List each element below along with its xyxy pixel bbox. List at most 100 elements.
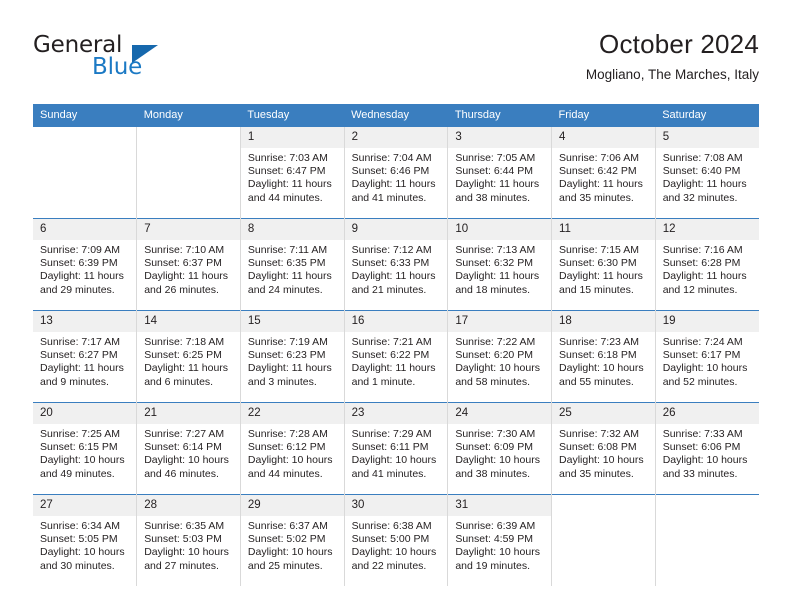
day-number: 29 [240,495,344,516]
weekday-header-wednesday: Wednesday [344,104,448,127]
calendar-day-cell[interactable]: 5 Sunrise: 7:08 AM Sunset: 6:40 PM Daylig… [655,127,759,219]
calendar-day-cell[interactable]: 24 Sunrise: 7:30 AM Sunset: 6:09 PM Dayli… [447,402,553,495]
day-number: 24 [448,403,552,424]
calendar-day-cell[interactable]: 21 Sunrise: 7:27 AM Sunset: 6:14 PM Dayli… [136,402,241,495]
calendar-day-cell[interactable]: 15 Sunrise: 7:19 AM Sunset: 6:23 PM Dayli… [240,310,345,403]
calendar-day-cell[interactable]: 31 Sunrise: 6:39 AM Sunset: 4:59 PM Dayli… [447,494,553,586]
calendar-day-cell[interactable]: 7 Sunrise: 7:10 AM Sunset: 6:37 PM Daylig… [136,218,241,311]
day-sun-info: Sunrise: 7:19 AM Sunset: 6:23 PM Dayligh… [247,336,332,388]
calendar-day-cell[interactable]: 19 Sunrise: 7:24 AM Sunset: 6:17 PM Dayli… [655,310,759,403]
calendar-page: General Blue October 2024 Mogliano, The … [0,0,792,612]
calendar-day-cell[interactable]: 23 Sunrise: 7:29 AM Sunset: 6:11 PM Dayli… [344,402,449,495]
calendar-day-cell[interactable]: 28 Sunrise: 6:35 AM Sunset: 5:03 PM Dayli… [136,494,241,586]
day-sun-info: Sunrise: 7:18 AM Sunset: 6:25 PM Dayligh… [144,336,229,388]
page-title: October 2024 [599,29,759,59]
day-sun-info: Sunrise: 7:24 AM Sunset: 6:17 PM Dayligh… [662,336,748,388]
day-number: 12 [655,219,759,240]
day-number: 8 [240,219,344,240]
day-sun-info: Sunrise: 7:32 AM Sunset: 6:08 PM Dayligh… [559,428,644,480]
calendar-week-row: 13 Sunrise: 7:17 AM Sunset: 6:27 PM Dayli… [33,310,759,403]
calendar-day-cell[interactable]: 25 Sunrise: 7:32 AM Sunset: 6:08 PM Dayli… [551,402,656,495]
day-number: 28 [137,495,240,516]
day-sun-info: Sunrise: 7:33 AM Sunset: 6:06 PM Dayligh… [662,428,748,480]
location-subtitle: Mogliano, The Marches, Italy [585,67,759,82]
calendar-day-cell[interactable]: 2 Sunrise: 7:04 AM Sunset: 6:46 PM Daylig… [344,127,449,219]
calendar-day-cell[interactable]: 17 Sunrise: 7:22 AM Sunset: 6:20 PM Dayli… [447,310,553,403]
calendar-day-cell[interactable]: 1 Sunrise: 7:03 AM Sunset: 6:47 PM Daylig… [240,127,345,219]
calendar-table: Sunday Monday Tuesday Wednesday Thursday… [33,104,759,586]
calendar-day-cell[interactable]: 26 Sunrise: 7:33 AM Sunset: 6:06 PM Dayli… [655,402,759,495]
day-number: 7 [137,219,240,240]
day-number [656,495,759,516]
day-sun-info: Sunrise: 7:30 AM Sunset: 6:09 PM Dayligh… [455,428,540,480]
day-number: 6 [33,219,137,240]
calendar-day-cell[interactable]: 14 Sunrise: 7:18 AM Sunset: 6:25 PM Dayli… [136,310,241,403]
calendar-day-cell-empty [655,494,759,586]
day-number: 15 [240,311,344,332]
day-number: 17 [448,311,552,332]
calendar-day-cell[interactable]: 9 Sunrise: 7:12 AM Sunset: 6:33 PM Daylig… [344,218,449,311]
day-sun-info: Sunrise: 7:09 AM Sunset: 6:39 PM Dayligh… [40,244,124,296]
title-block: October 2024 Mogliano, The Marches, Ital… [586,28,759,83]
day-sun-info: Sunrise: 7:28 AM Sunset: 6:12 PM Dayligh… [247,428,333,480]
day-sun-info: Sunrise: 7:05 AM Sunset: 6:44 PM Dayligh… [455,152,540,204]
day-sun-info: Sunrise: 7:15 AM Sunset: 6:30 PM Dayligh… [559,244,643,296]
calendar-day-cell[interactable]: 29 Sunrise: 6:37 AM Sunset: 5:02 PM Dayli… [240,494,345,586]
calendar-day-cell[interactable]: 6 Sunrise: 7:09 AM Sunset: 6:39 PM Daylig… [33,218,138,311]
calendar-week-row: 20 Sunrise: 7:25 AM Sunset: 6:15 PM Dayli… [33,402,759,495]
day-sun-info: Sunrise: 7:22 AM Sunset: 6:20 PM Dayligh… [455,336,540,388]
day-number: 31 [448,495,552,516]
calendar-day-cell[interactable]: 22 Sunrise: 7:28 AM Sunset: 6:12 PM Dayli… [240,402,345,495]
calendar-day-cell[interactable]: 8 Sunrise: 7:11 AM Sunset: 6:35 PM Daylig… [240,218,345,311]
day-number: 3 [448,127,552,148]
day-sun-info: Sunrise: 7:13 AM Sunset: 6:32 PM Dayligh… [455,244,540,296]
day-number: 9 [344,219,448,240]
day-number: 26 [655,403,759,424]
day-number: 16 [344,311,448,332]
day-sun-info: Sunrise: 6:39 AM Sunset: 4:59 PM Dayligh… [455,520,540,572]
day-number: 1 [240,127,344,148]
calendar-day-cell[interactable]: 20 Sunrise: 7:25 AM Sunset: 6:15 PM Dayli… [33,402,138,495]
calendar-day-cell[interactable]: 18 Sunrise: 7:23 AM Sunset: 6:18 PM Dayli… [551,310,656,403]
calendar-day-cell[interactable]: 4 Sunrise: 7:06 AM Sunset: 6:42 PM Daylig… [551,127,656,219]
day-sun-info: Sunrise: 7:23 AM Sunset: 6:18 PM Dayligh… [559,336,644,388]
weekday-header-thursday: Thursday [447,104,552,127]
calendar-day-cell[interactable]: 30 Sunrise: 6:38 AM Sunset: 5:00 PM Dayli… [344,494,449,586]
day-number [137,127,240,148]
calendar-day-cell[interactable]: 13 Sunrise: 7:17 AM Sunset: 6:27 PM Dayli… [33,310,138,403]
calendar-day-cell[interactable]: 11 Sunrise: 7:15 AM Sunset: 6:30 PM Dayli… [551,218,656,311]
day-number: 5 [655,127,759,148]
day-sun-info [33,148,136,152]
day-sun-info: Sunrise: 7:11 AM Sunset: 6:35 PM Dayligh… [247,244,332,296]
day-number: 30 [344,495,448,516]
day-sun-info: Sunrise: 7:03 AM Sunset: 6:47 PM Dayligh… [247,152,332,204]
day-number: 10 [448,219,552,240]
day-sun-info [552,516,655,520]
day-number [552,495,655,516]
day-sun-info: Sunrise: 7:25 AM Sunset: 6:15 PM Dayligh… [40,428,125,480]
day-sun-info: Sunrise: 6:37 AM Sunset: 5:02 PM Dayligh… [247,520,333,572]
day-number: 13 [33,311,137,332]
calendar-day-cell[interactable]: 3 Sunrise: 7:05 AM Sunset: 6:44 PM Daylig… [447,127,553,219]
day-sun-info: Sunrise: 7:21 AM Sunset: 6:22 PM Dayligh… [351,336,436,388]
day-sun-info: Sunrise: 6:34 AM Sunset: 5:05 PM Dayligh… [40,520,125,572]
day-number: 2 [344,127,448,148]
calendar-day-cell[interactable]: 12 Sunrise: 7:16 AM Sunset: 6:28 PM Dayli… [655,218,759,311]
brand-logo[interactable]: General Blue [33,32,273,88]
day-number: 18 [552,311,655,332]
calendar-day-cell[interactable]: 27 Sunrise: 6:34 AM Sunset: 5:05 PM Dayli… [33,494,138,586]
day-number: 19 [655,311,759,332]
calendar-week-row: 6 Sunrise: 7:09 AM Sunset: 6:39 PM Daylig… [33,218,759,311]
brand-name-blue: Blue [92,54,143,80]
day-number: 23 [344,403,448,424]
day-sun-info [656,516,759,520]
calendar-header-row: Sunday Monday Tuesday Wednesday Thursday… [33,104,759,127]
day-sun-info: Sunrise: 6:38 AM Sunset: 5:00 PM Dayligh… [351,520,437,572]
calendar-day-cell-empty [136,127,241,219]
calendar-day-cell[interactable]: 10 Sunrise: 7:13 AM Sunset: 6:32 PM Dayli… [447,218,553,311]
page-header: General Blue October 2024 Mogliano, The … [33,28,759,96]
day-number: 11 [552,219,655,240]
day-number [33,127,136,148]
calendar-day-cell[interactable]: 16 Sunrise: 7:21 AM Sunset: 6:22 PM Dayli… [344,310,449,403]
day-sun-info: Sunrise: 7:16 AM Sunset: 6:28 PM Dayligh… [662,244,747,296]
